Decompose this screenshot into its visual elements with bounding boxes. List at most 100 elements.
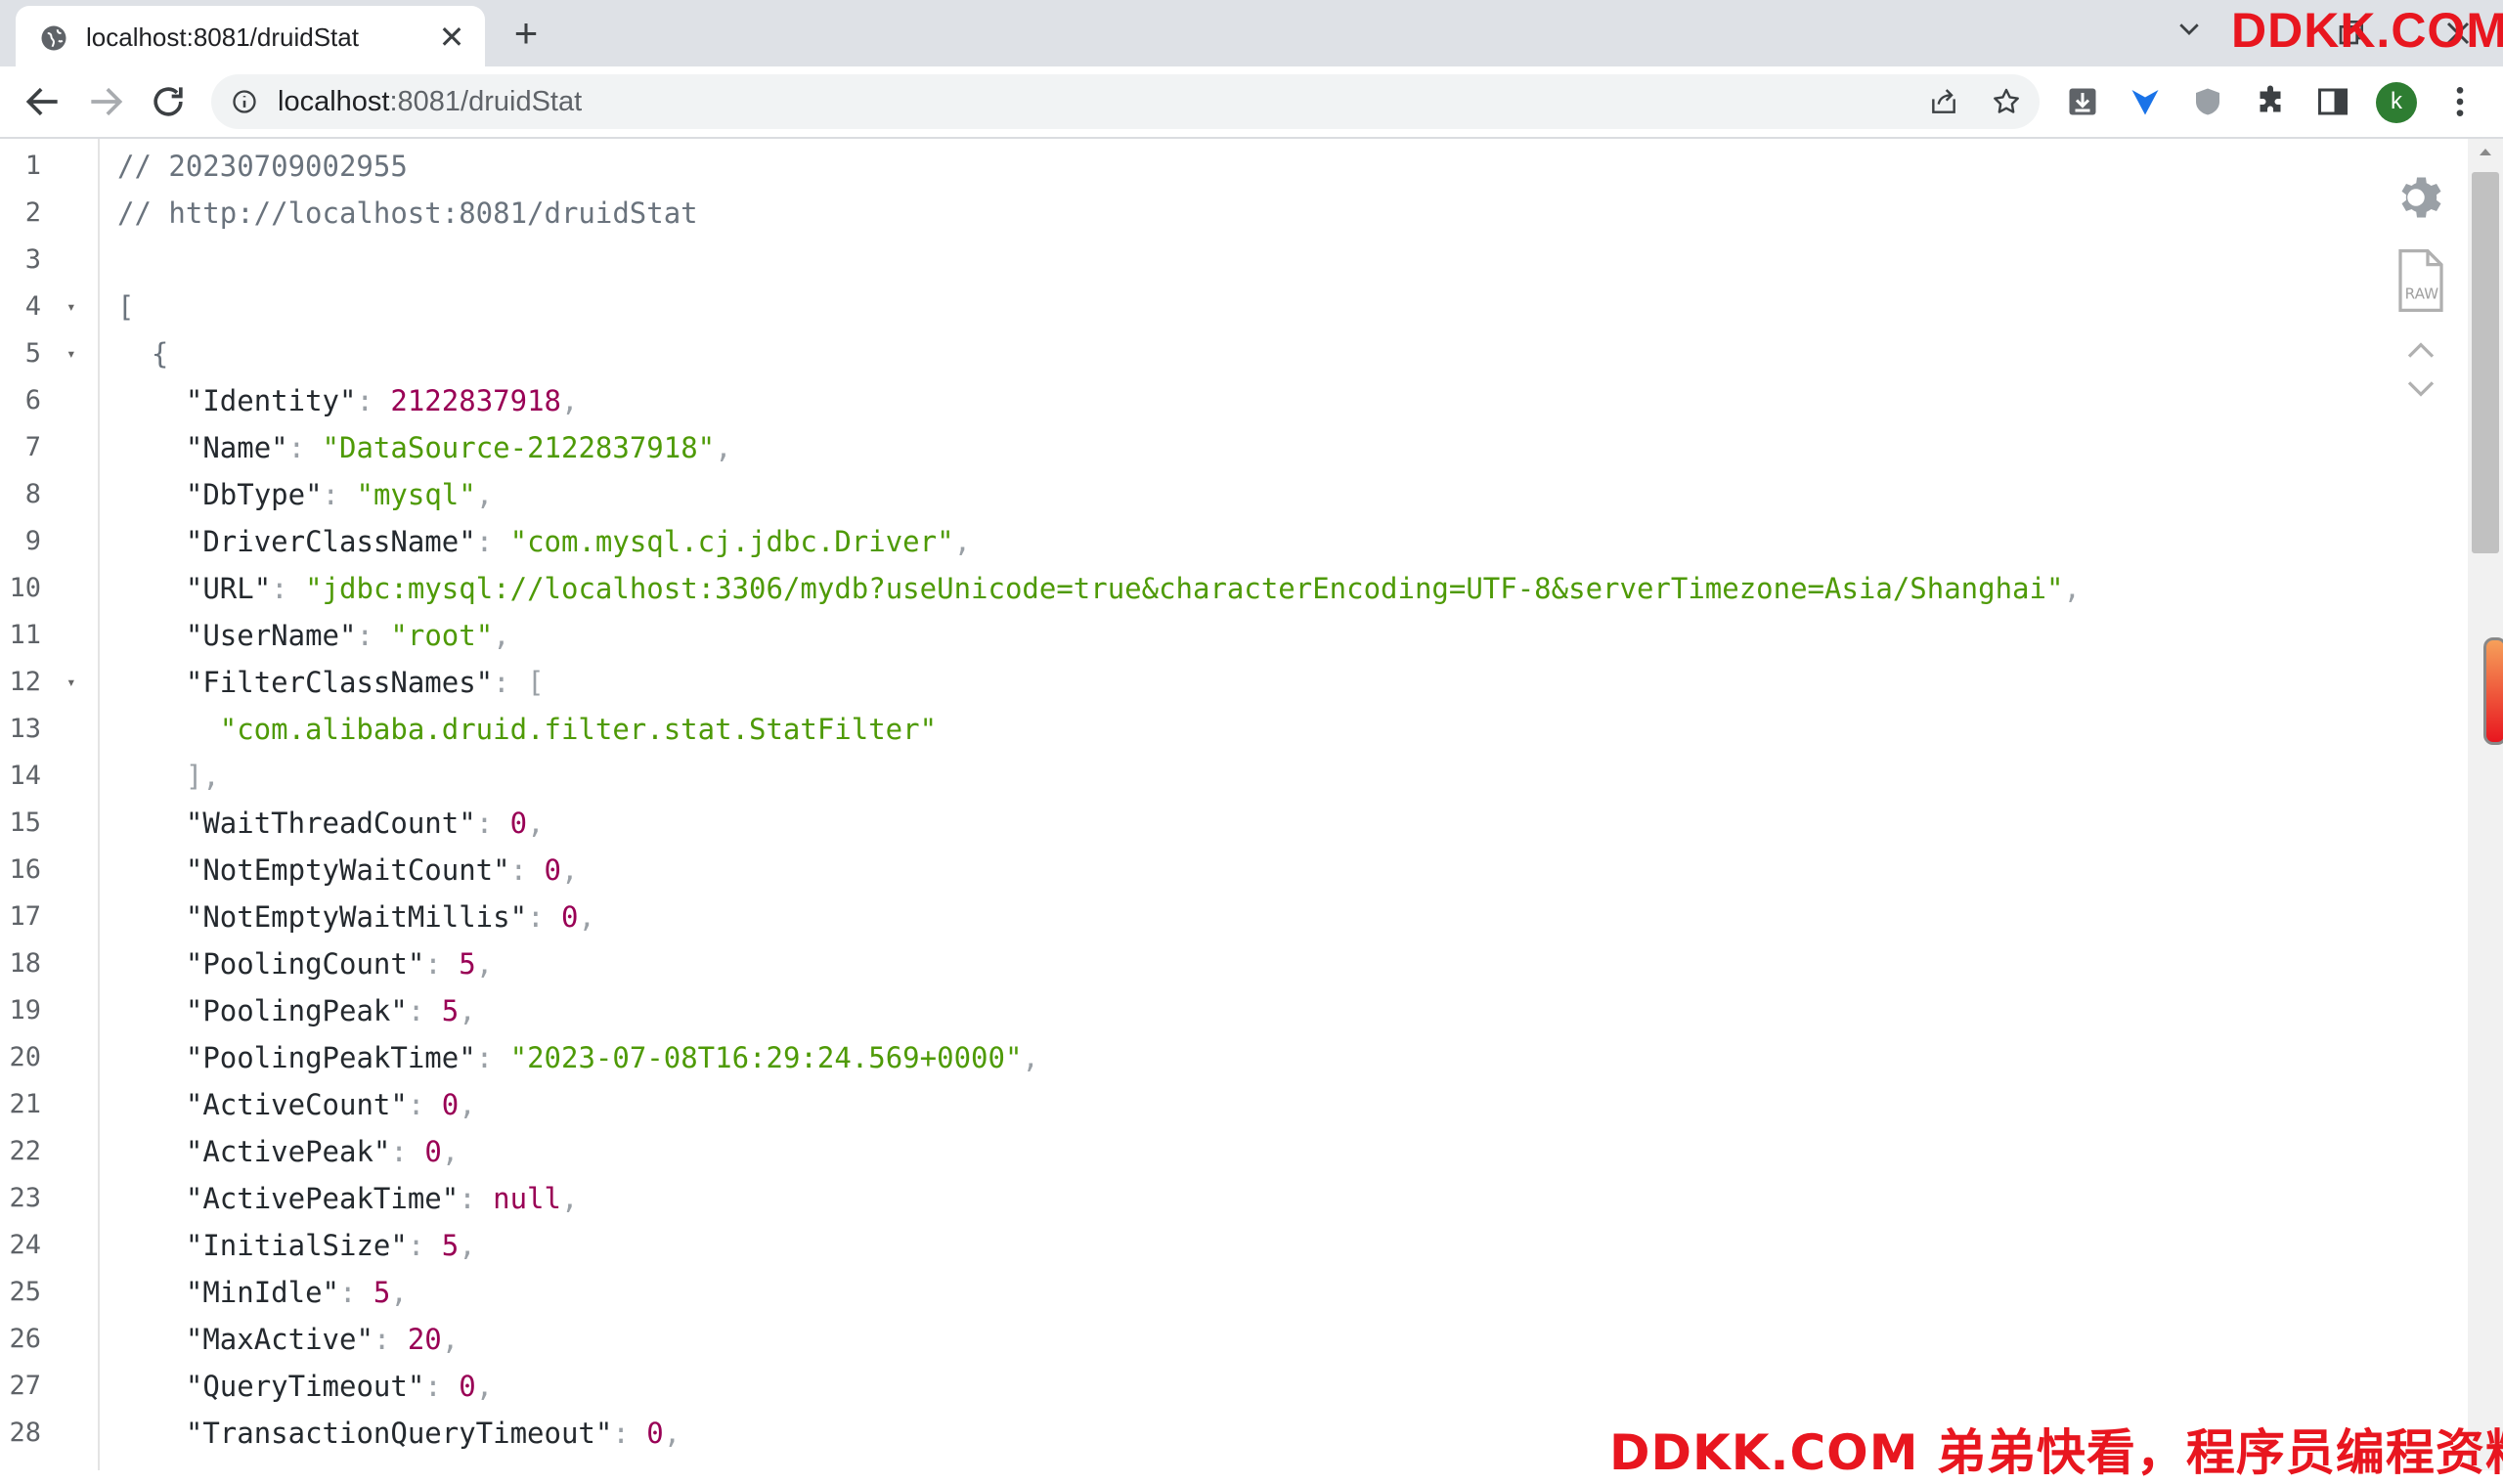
code-line: 4 ▾ [: [0, 284, 2347, 330]
json-key: PoolingCount: [202, 947, 408, 981]
globe-icon: [41, 25, 66, 51]
scroll-position-marker: [2483, 637, 2503, 745]
line-number: 5: [24, 338, 41, 369]
profile-avatar[interactable]: k: [2376, 82, 2417, 123]
scroll-up-arrow-icon[interactable]: [2478, 145, 2493, 158]
code-line: 27 "QueryTimeout": 0,: [0, 1363, 2347, 1410]
json-property: "PoolingPeak": 5,: [117, 994, 476, 1027]
line-number: 18: [9, 948, 41, 979]
puzzle-icon[interactable]: [2253, 84, 2288, 119]
reload-icon[interactable]: [147, 80, 190, 123]
json-number-value: 0: [646, 1417, 664, 1450]
code-text: [: [117, 284, 134, 330]
chevron-down-icon[interactable]: [2174, 14, 2204, 43]
fold-toggle-icon[interactable]: ▾: [66, 284, 76, 330]
json-property: "Name": "DataSource-2122837918",: [117, 431, 732, 464]
close-tab-button[interactable]: ✕: [436, 22, 467, 53]
code-line: 8 "DbType": "mysql",: [0, 471, 2347, 518]
sidepanel-icon[interactable]: [2315, 84, 2350, 119]
vpn-extension-icon[interactable]: [2128, 84, 2163, 119]
code-line: 1 // 20230709002955: [0, 143, 2347, 190]
forward-arrow-icon[interactable]: [84, 80, 127, 123]
code-line: 2 // http://localhost:8081/druidStat: [0, 190, 2347, 237]
json-key: Name: [202, 431, 272, 464]
bracket: [: [117, 290, 135, 324]
json-key: InitialSize: [202, 1229, 391, 1262]
code-line: 19 "PoolingPeak": 5,: [0, 987, 2347, 1034]
line-number: 6: [24, 385, 41, 415]
json-number-value: 0: [544, 853, 561, 887]
gear-icon[interactable]: [2392, 168, 2450, 227]
bracket: {: [117, 337, 169, 371]
json-property: "Identity": 2122837918,: [117, 384, 579, 417]
line-number: 12: [9, 667, 41, 697]
json-key: UserName: [202, 619, 339, 652]
fold-toggle-icon[interactable]: ▾: [66, 659, 76, 706]
share-icon[interactable]: [1928, 86, 1959, 117]
code-line: 16 "NotEmptyWaitCount": 0,: [0, 847, 2347, 894]
address-bar[interactable]: localhost:8081/druidStat: [211, 74, 2040, 129]
line-number: 26: [9, 1324, 41, 1354]
scrollbar-thumb[interactable]: [2472, 172, 2499, 553]
shield-extension-icon[interactable]: [2190, 84, 2225, 119]
code-line: 7 "Name": "DataSource-2122837918",: [0, 424, 2347, 471]
fold-toggle-icon[interactable]: ▾: [66, 330, 76, 377]
json-key: NotEmptyWaitCount: [202, 853, 494, 887]
json-key: TransactionQueryTimeout: [202, 1417, 595, 1450]
code-line: 24 "InitialSize": 5,: [0, 1222, 2347, 1269]
line-number: 11: [9, 620, 41, 650]
json-property: "ActiveCount": 0,: [117, 1088, 476, 1121]
chevron-up-icon[interactable]: [2405, 340, 2437, 360]
tab-title: localhost:8081/druidStat: [86, 22, 359, 52]
json-number-value: 0: [459, 1370, 476, 1403]
url-path: :8081/druidStat: [389, 86, 583, 117]
json-string-value: mysql: [373, 478, 460, 511]
json-property: "URL": "jdbc:mysql://localhost:3306/mydb…: [117, 572, 2081, 605]
comment-text: // 20230709002955: [117, 150, 408, 183]
json-key: MinIdle: [202, 1276, 323, 1309]
raw-file-icon[interactable]: RAW: [2393, 248, 2448, 313]
json-number-value: 5: [441, 1229, 460, 1262]
new-tab-button[interactable]: +: [506, 13, 546, 54]
line-number: 25: [9, 1277, 41, 1307]
json-string-value: DataSource-2122837918: [339, 431, 698, 464]
code-line: 9 "DriverClassName": "com.mysql.cj.jdbc.…: [0, 518, 2347, 565]
url-host: localhost: [278, 86, 390, 117]
vertical-scrollbar[interactable]: [2468, 139, 2503, 1470]
code-line: 22 "ActivePeak": 0,: [0, 1128, 2347, 1175]
kebab-menu-icon[interactable]: [2440, 82, 2480, 121]
line-number: 27: [9, 1371, 41, 1401]
code-line: 14 ],: [0, 753, 2347, 800]
code-line: 18 "PoolingCount": 5,: [0, 940, 2347, 987]
json-key: DriverClassName: [202, 525, 460, 558]
raw-label: RAW: [2405, 285, 2438, 303]
code-line: 3: [0, 237, 2347, 284]
code-line: 13 "com.alibaba.druid.filter.stat.StatFi…: [0, 706, 2347, 753]
json-string-value: com.mysql.cj.jdbc.Driver: [527, 525, 938, 558]
code-line: 11 "UserName": "root",: [0, 612, 2347, 659]
browser-toolbar: localhost:8081/druidStat k: [0, 66, 2503, 139]
watermark-bottom: DDKK.COM 弟弟快看，程序员编程资料站: [1609, 1424, 2503, 1481]
line-number: 3: [24, 244, 41, 275]
code-line: 17 "NotEmptyWaitMillis": 0,: [0, 894, 2347, 940]
json-null-value: null: [493, 1182, 561, 1215]
download-icon[interactable]: [2065, 84, 2100, 119]
json-key: NotEmptyWaitMillis: [202, 900, 510, 934]
code-line: 6 "Identity": 2122837918,: [0, 377, 2347, 424]
line-number: 19: [9, 995, 41, 1026]
back-arrow-icon[interactable]: [22, 80, 65, 123]
url-text[interactable]: localhost:8081/druidStat: [278, 86, 582, 118]
array-item: "com.alibaba.druid.filter.stat.StatFilte…: [117, 713, 938, 746]
json-number-value: 5: [459, 947, 476, 981]
json-number-value: 5: [441, 994, 460, 1027]
json-key: WaitThreadCount: [202, 807, 460, 840]
json-property: "TransactionQueryTimeout": 0,: [117, 1417, 681, 1450]
json-key: URL: [202, 572, 254, 605]
star-icon[interactable]: [1991, 86, 2022, 117]
info-icon[interactable]: [231, 88, 258, 115]
json-property: "DbType": "mysql",: [117, 478, 494, 511]
json-number-value: 0: [441, 1088, 460, 1121]
json-property: "ActivePeak": 0,: [117, 1135, 460, 1168]
chevron-down-icon[interactable]: [2405, 379, 2437, 399]
tab-druidstat[interactable]: localhost:8081/druidStat ✕: [16, 6, 485, 66]
